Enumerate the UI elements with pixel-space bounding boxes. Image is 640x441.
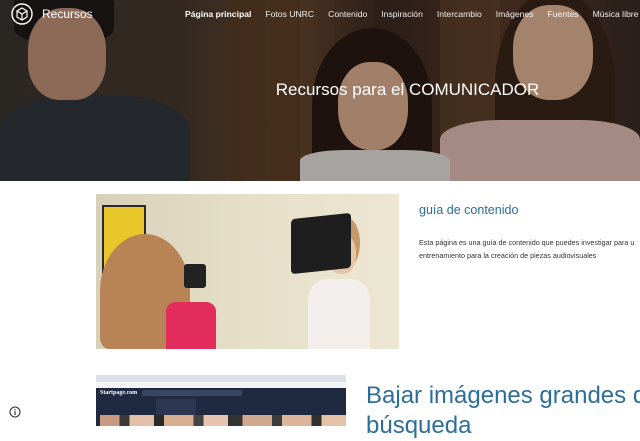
nav-item-fotos-unrc[interactable]: Fotos UNRC [265,9,314,19]
cube-logo-icon[interactable] [11,3,33,25]
info-icon[interactable] [9,406,21,418]
page-title: Recursos para el COMUNICADOR [275,80,540,99]
nav-item-musica-libre[interactable]: Música libre [593,9,639,19]
startpage-logo: Startpage.com [100,390,138,396]
hero-banner: Recursos Página principal Fotos UNRC Con… [0,0,640,181]
section-heading-bajar-imagenes[interactable]: Bajar imágenes grandes de búsqueda [366,381,640,441]
screenshot-search-engine: Startpage.com [96,375,346,426]
camera-icon [184,264,206,288]
studio-light [291,212,351,275]
model-body [308,279,370,349]
nav-item-fuentes[interactable]: Fuentes [548,9,579,19]
site-title[interactable]: Recursos [42,7,93,21]
browser-tab-bar [96,375,346,382]
description-line: entrenamiento para la creación de piezas… [419,251,597,260]
dropdown-menu [156,399,196,415]
heading-line: Bajar imágenes grandes de [366,382,640,409]
browser-address-bar [96,382,346,388]
image-results-strip [100,415,346,426]
main-nav: Página principal Fotos UNRC Contenido In… [185,9,640,19]
photographer-shirt [166,302,216,349]
search-box [142,390,242,396]
nav-item-imagenes[interactable]: Imágenes [496,9,534,19]
nav-item-contenido[interactable]: Contenido [328,9,367,19]
nav-item-intercambio[interactable]: Intercambio [437,9,482,19]
section-heading-guia[interactable]: guía de contenido [419,203,518,217]
nav-item-inspiracion[interactable]: Inspiración [381,9,423,19]
heading-line: búsqueda [366,412,472,439]
top-navigation-bar: Recursos Página principal Fotos UNRC Con… [0,0,640,30]
nav-item-pagina-principal[interactable]: Página principal [185,9,251,19]
section-description: Esta página es una guía de contenido que… [419,236,640,262]
description-line: Esta página es una guía de contenido que… [419,238,635,247]
photo-photoshoot [96,194,399,349]
